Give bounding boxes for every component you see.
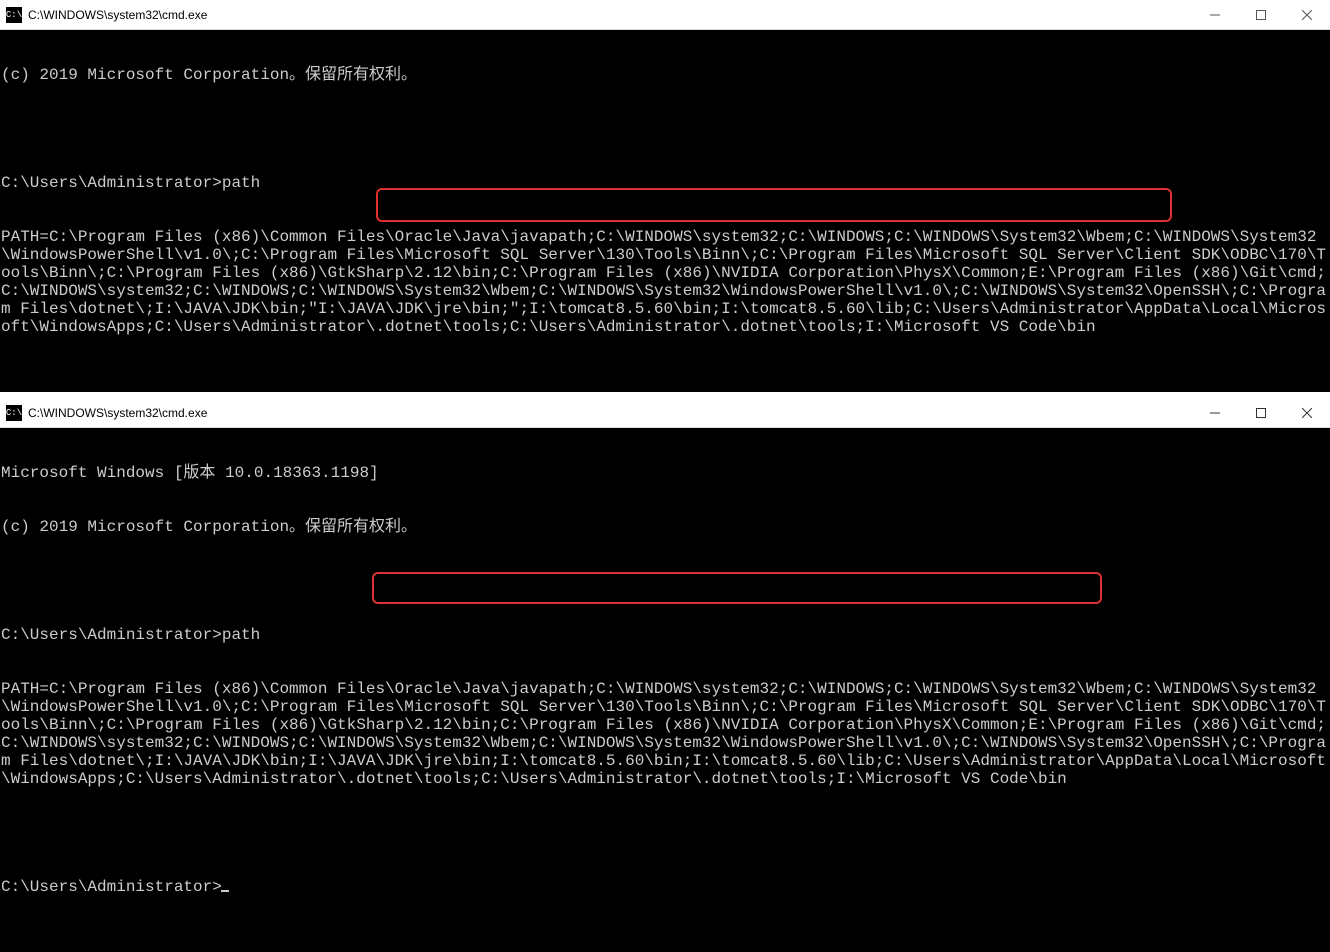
titlebar-2[interactable]: C:\ C:\WINDOWS\system32\cmd.exe <box>0 398 1330 428</box>
minimize-button[interactable] <box>1192 398 1238 427</box>
prompt-line: C:\Users\Administrator>path <box>1 626 1330 644</box>
cmd-icon: C:\ <box>6 405 22 421</box>
cmd-icon: C:\ <box>6 7 22 23</box>
terminal-output-2[interactable]: Microsoft Windows [版本 10.0.18363.1198] (… <box>0 428 1330 952</box>
blank-line <box>1 120 1330 138</box>
version-line: Microsoft Windows [版本 10.0.18363.1198] <box>1 464 1330 482</box>
maximize-button[interactable] <box>1238 398 1284 427</box>
prompt-line: C:\Users\Administrator>path <box>1 174 1330 192</box>
cmd-window-1: C:\ C:\WINDOWS\system32\cmd.exe (c) 2019… <box>0 0 1330 392</box>
copyright-line: (c) 2019 Microsoft Corporation。保留所有权利。 <box>1 66 1330 84</box>
highlight-annotation-1 <box>376 188 1172 222</box>
minimize-button[interactable] <box>1192 0 1238 29</box>
terminal-output-1[interactable]: (c) 2019 Microsoft Corporation。保留所有权利。 C… <box>0 30 1330 392</box>
blank-line <box>1 572 1330 590</box>
window-title: C:\WINDOWS\system32\cmd.exe <box>28 8 1192 22</box>
window-title: C:\WINDOWS\system32\cmd.exe <box>28 406 1192 420</box>
window-controls <box>1192 0 1330 29</box>
window-controls <box>1192 398 1330 427</box>
close-button[interactable] <box>1284 398 1330 427</box>
path-output: PATH=C:\Program Files (x86)\Common Files… <box>1 228 1330 336</box>
cmd-window-2: C:\ C:\WINDOWS\system32\cmd.exe Microsof… <box>0 398 1330 952</box>
path-output: PATH=C:\Program Files (x86)\Common Files… <box>1 680 1330 788</box>
prompt-line: C:\Users\Administrator> <box>1 878 1330 896</box>
titlebar-1[interactable]: C:\ C:\WINDOWS\system32\cmd.exe <box>0 0 1330 30</box>
prompt-text: C:\Users\Administrator> <box>1 878 222 896</box>
cursor <box>221 890 229 892</box>
blank-line <box>1 824 1330 842</box>
close-button[interactable] <box>1284 0 1330 29</box>
maximize-button[interactable] <box>1238 0 1284 29</box>
copyright-line: (c) 2019 Microsoft Corporation。保留所有权利。 <box>1 518 1330 536</box>
